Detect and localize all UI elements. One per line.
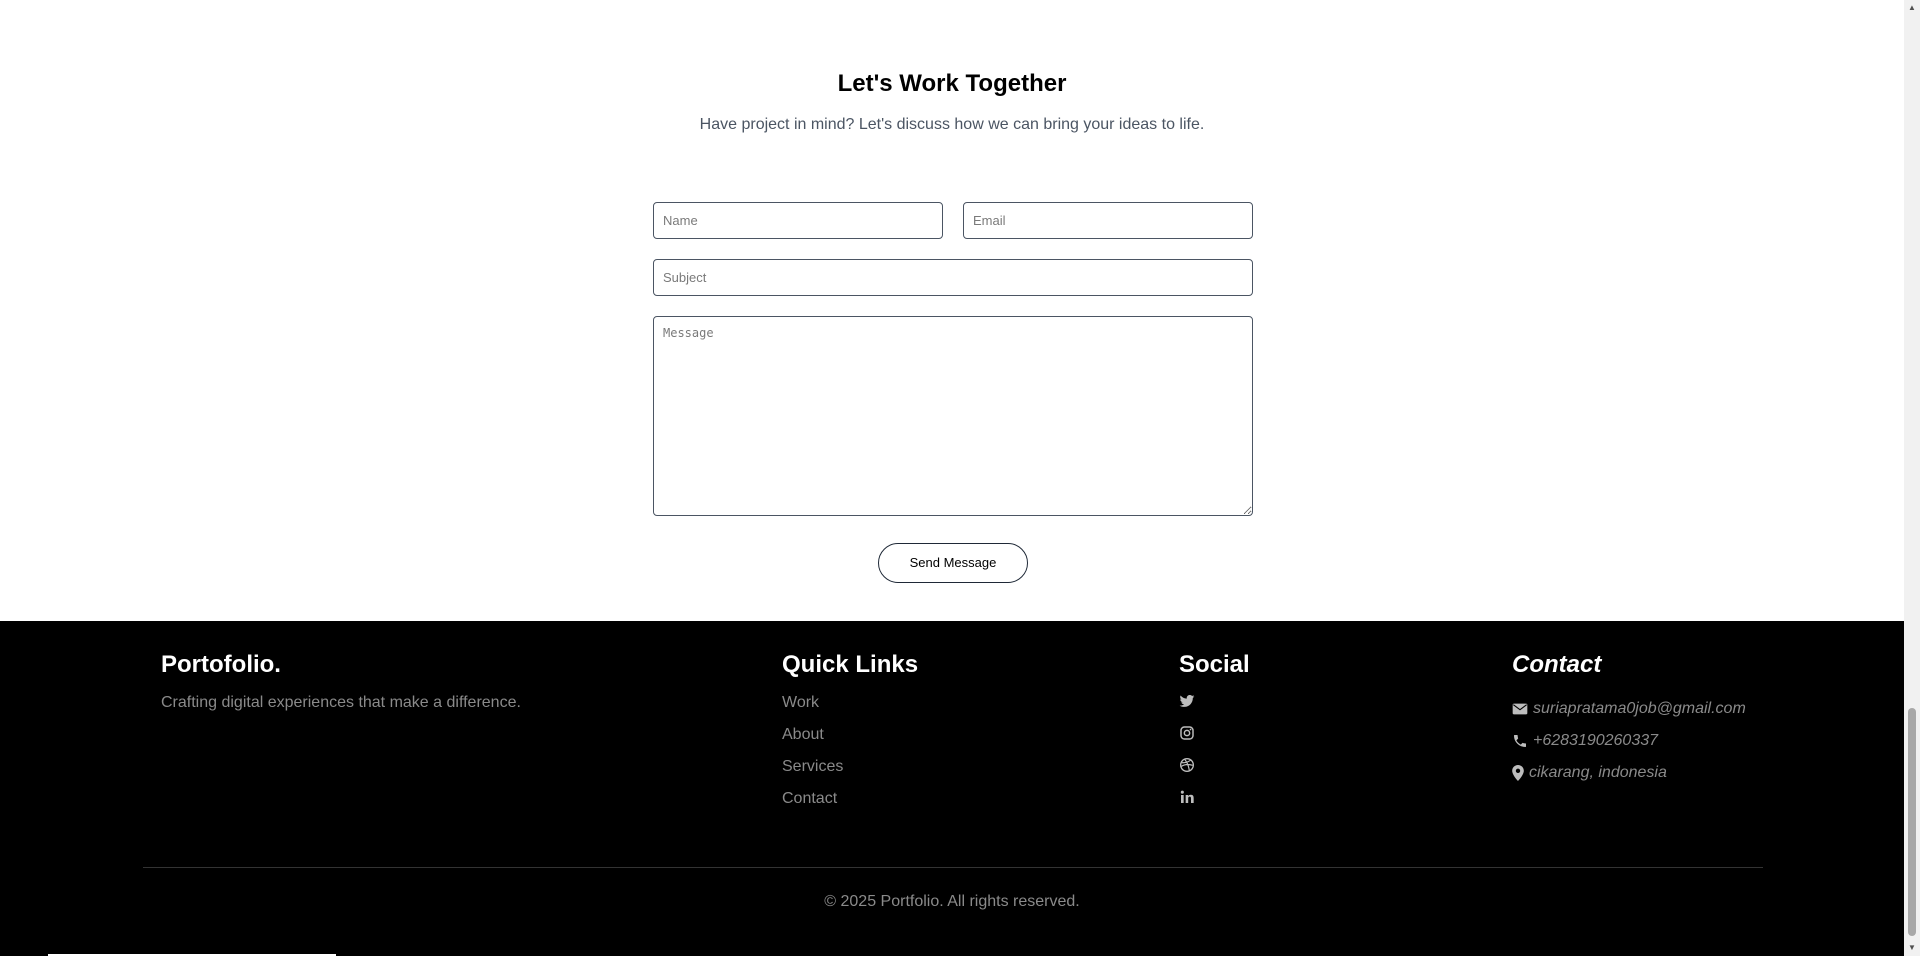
email-input[interactable] [963, 202, 1253, 239]
brand-title: Portofolio. [161, 651, 281, 678]
quick-links-list: Work About Services Contact [782, 693, 918, 821]
contact-subtitle: Have project in mind? Let's discuss how … [699, 116, 1205, 133]
social-heading: Social [1179, 651, 1250, 678]
contact-email-text: suriapratama0job@gmail.com [1533, 700, 1746, 717]
footer-contact: Contact suriapratama0job@gmail.com +6283… [1512, 651, 1746, 789]
contact-location-text: cikarang, indonesia [1529, 764, 1667, 781]
name-input[interactable] [653, 202, 943, 239]
quick-links-heading: Quick Links [782, 651, 919, 678]
contact-phone[interactable]: +6283190260337 [1512, 725, 1746, 757]
social-link-instagram[interactable] [1179, 725, 1250, 757]
phone-icon [1514, 735, 1526, 747]
footer-social: Social [1179, 651, 1250, 821]
envelope-icon [1512, 703, 1528, 715]
instagram-icon[interactable] [1179, 725, 1195, 741]
footer-quick-links: Quick Links Work About Services Contact [782, 651, 918, 821]
linkedin-icon[interactable] [1179, 789, 1195, 805]
message-textarea[interactable] [653, 316, 1253, 516]
contact-section: Let's Work Together Have project in mind… [0, 0, 1904, 620]
social-link-linkedin[interactable] [1179, 789, 1250, 821]
quick-link-work[interactable]: Work [782, 693, 918, 725]
contact-title: Let's Work Together [837, 70, 1067, 97]
scroll-up-arrow-icon[interactable]: ▲ [1904, 0, 1920, 16]
content-area: Let's Work Together Have project in mind… [0, 0, 1904, 956]
vertical-scrollbar[interactable]: ▲ ▼ [1904, 0, 1920, 956]
scrollbar-thumb[interactable] [1908, 708, 1916, 936]
send-message-button[interactable]: Send Message [878, 543, 1028, 583]
social-link-twitter[interactable] [1179, 693, 1250, 725]
subject-input[interactable] [653, 259, 1253, 296]
page: Let's Work Together Have project in mind… [0, 0, 1920, 956]
footer: Portofolio. Crafting digital experiences… [0, 621, 1904, 956]
footer-divider [143, 867, 1763, 868]
quick-link-contact[interactable]: Contact [782, 789, 918, 821]
contact-heading: Contact [1512, 651, 1602, 678]
contact-location: cikarang, indonesia [1512, 757, 1746, 789]
brand-tagline: Crafting digital experiences that make a… [161, 694, 521, 711]
scroll-down-arrow-icon[interactable]: ▼ [1904, 940, 1920, 956]
footer-brand: Portofolio. Crafting digital experiences… [161, 651, 521, 713]
quick-link-services[interactable]: Services [782, 757, 918, 789]
contact-email[interactable]: suriapratama0job@gmail.com [1512, 693, 1746, 725]
copyright: © 2025 Portfolio. All rights reserved. [824, 893, 1080, 910]
contact-phone-text: +6283190260337 [1533, 732, 1659, 749]
quick-link-about[interactable]: About [782, 725, 918, 757]
social-link-dribbble[interactable] [1179, 757, 1250, 789]
dribbble-icon[interactable] [1179, 757, 1195, 773]
map-pin-icon [1512, 765, 1524, 781]
social-list [1179, 693, 1250, 821]
twitter-icon[interactable] [1179, 693, 1195, 709]
